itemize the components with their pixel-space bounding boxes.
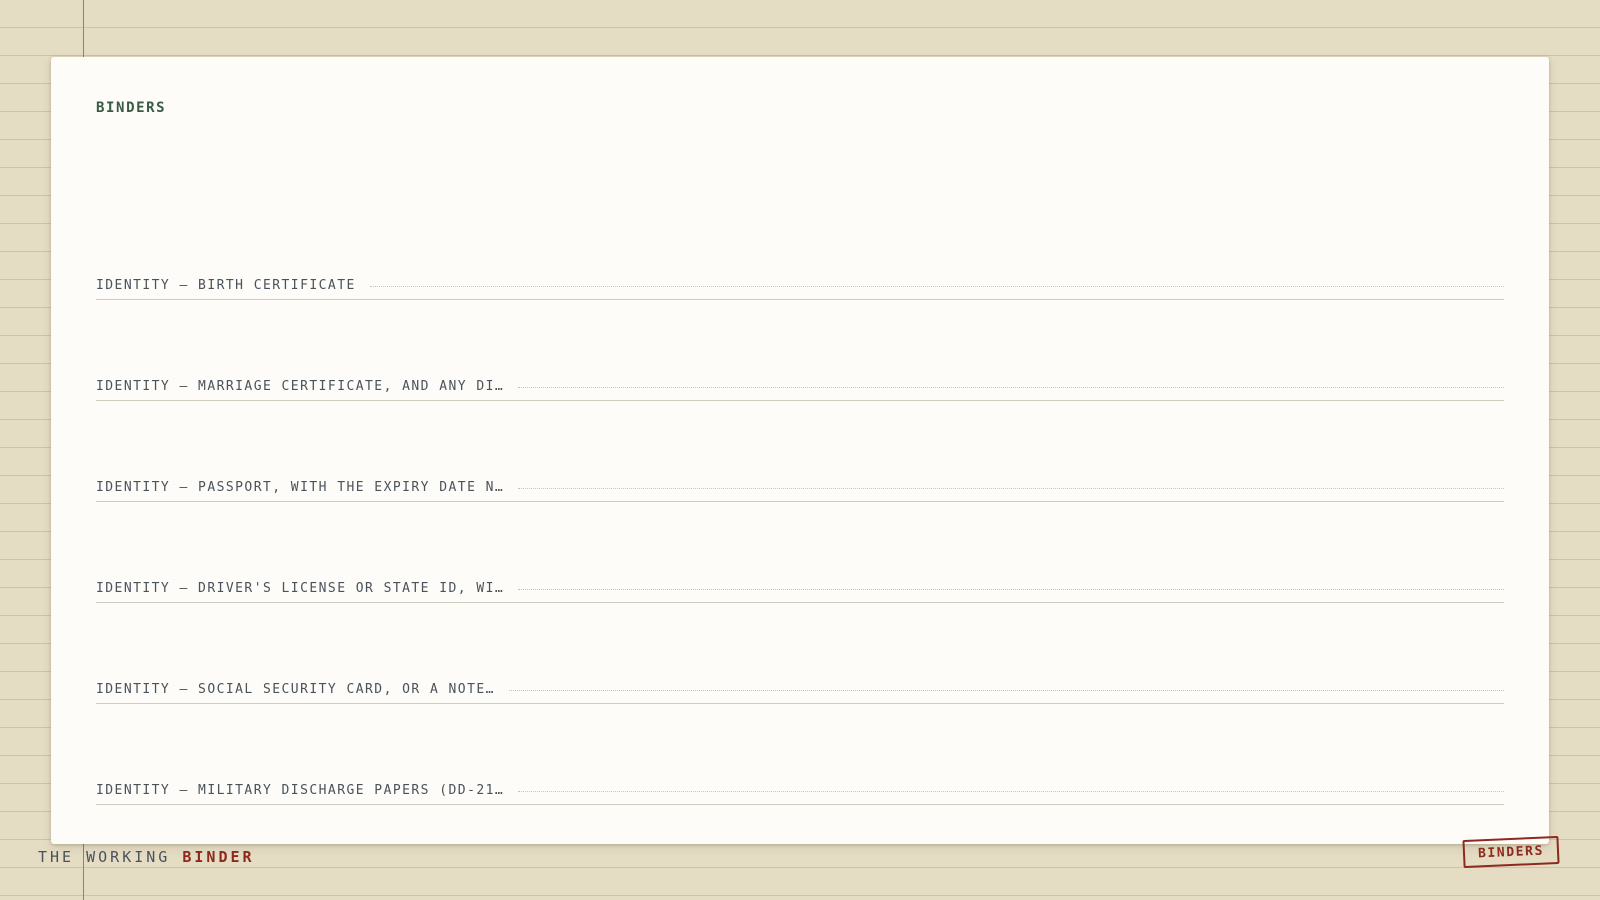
binder-row-label: IDENTITY — MARRIAGE CERTIFICATE, AND ANY… xyxy=(96,379,505,394)
dotted-leader xyxy=(369,286,1504,287)
dotted-leader xyxy=(518,387,1504,388)
binder-row-label: IDENTITY — PASSPORT, WITH THE EXPIRY DAT… xyxy=(96,480,505,495)
binder-row-birth-certificate[interactable]: IDENTITY — BIRTH CERTIFICATE xyxy=(96,199,1504,300)
binder-row-marriage-certificate[interactable]: IDENTITY — MARRIAGE CERTIFICATE, AND ANY… xyxy=(96,300,1504,401)
binder-list: IDENTITY — BIRTH CERTIFICATE IDENTITY — … xyxy=(96,199,1504,805)
binder-row-social-security[interactable]: IDENTITY — SOCIAL SECURITY CARD, OR A NO… xyxy=(96,603,1504,704)
dotted-leader xyxy=(518,791,1504,792)
binders-card: BINDERS IDENTITY — BIRTH CERTIFICATE IDE… xyxy=(51,57,1549,844)
dotted-leader xyxy=(518,488,1504,489)
binder-row-label: IDENTITY — DRIVER'S LICENSE OR STATE ID,… xyxy=(96,581,505,596)
dotted-leader xyxy=(518,589,1504,590)
card-title: BINDERS xyxy=(96,100,167,116)
binder-row-label: IDENTITY — BIRTH CERTIFICATE xyxy=(96,278,356,293)
binders-stamp: BINDERS xyxy=(1462,835,1560,869)
brand-accent: BINDER xyxy=(182,848,255,866)
binder-row-passport[interactable]: IDENTITY — PASSPORT, WITH THE EXPIRY DAT… xyxy=(96,401,1504,502)
brand-prefix: THE WORKING xyxy=(38,848,183,866)
dotted-leader xyxy=(508,690,1504,691)
binder-row-military-discharge[interactable]: IDENTITY — MILITARY DISCHARGE PAPERS (DD… xyxy=(96,704,1504,805)
binder-row-label: IDENTITY — SOCIAL SECURITY CARD, OR A NO… xyxy=(96,682,495,697)
row-divider xyxy=(96,804,1504,805)
brand-wordmark: THE WORKING BINDER xyxy=(38,848,255,866)
binder-row-label: IDENTITY — MILITARY DISCHARGE PAPERS (DD… xyxy=(96,783,505,798)
binder-row-drivers-license[interactable]: IDENTITY — DRIVER'S LICENSE OR STATE ID,… xyxy=(96,502,1504,603)
